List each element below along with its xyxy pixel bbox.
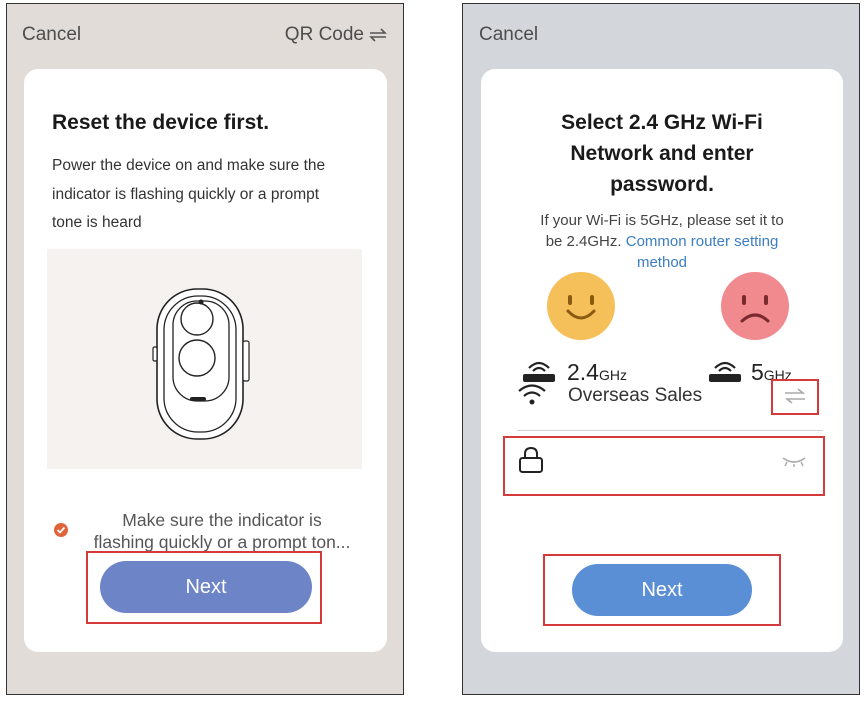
router-setting-link[interactable]: Common router setting [626,233,779,250]
router-icon [709,361,741,382]
highlight-box [86,551,322,624]
hint-line-1: If your Wi-Fi is 5GHz, please set it to [540,212,784,229]
band-2-4-label: 2.4GHz [567,359,627,386]
cancel-button[interactable]: Cancel [22,24,81,46]
highlight-box [771,379,819,415]
device-illustration [47,249,362,469]
check-icon[interactable] [54,523,68,537]
hint-line-2: be 2.4GHz. [545,233,622,250]
happy-face-icon [547,272,615,340]
divider [517,430,823,431]
band-5-number: 5 [751,359,764,385]
confirmation-text: Make sure the indicator is flashing quic… [72,509,372,553]
cancel-button[interactable]: Cancel [479,24,538,46]
wifi-icon [518,384,546,405]
network-name[interactable]: Overseas Sales [568,385,702,407]
highlight-box [543,554,781,626]
title-line-2: Network and enter [570,142,754,165]
confirmation-line-2: flashing quickly or a prompt ton... [93,532,351,552]
page-title: Select 2.4 GHz Wi-Fi Network and enter p… [481,107,843,200]
right-phone-screen: Cancel Select 2.4 GHz Wi-Fi Network and … [462,3,860,695]
title-line-1: Select 2.4 GHz Wi-Fi [561,111,763,134]
swap-icon [369,28,387,42]
qr-code-button[interactable]: QR Code [285,24,387,46]
confirmation-line-1: Make sure the indicator is [122,510,322,530]
sad-face-icon [721,272,789,340]
instruction-text: Power the device on and make sure the in… [52,157,326,231]
router-setting-link-continued[interactable]: method [481,252,843,273]
qr-code-label: QR Code [284,24,364,45]
band-2-4-unit: GHz [598,367,627,383]
camera-device-image [152,288,250,440]
hint-text: If your Wi-Fi is 5GHz, please set it to … [481,210,843,273]
page-title: Reset the device first. [52,111,270,134]
title-line-3: password. [610,173,714,196]
router-icon [523,361,555,382]
highlight-box [503,436,825,496]
band-2-4-number: 2.4 [567,359,599,385]
left-phone-screen: Cancel QR Code Reset the device first. P… [6,3,404,695]
